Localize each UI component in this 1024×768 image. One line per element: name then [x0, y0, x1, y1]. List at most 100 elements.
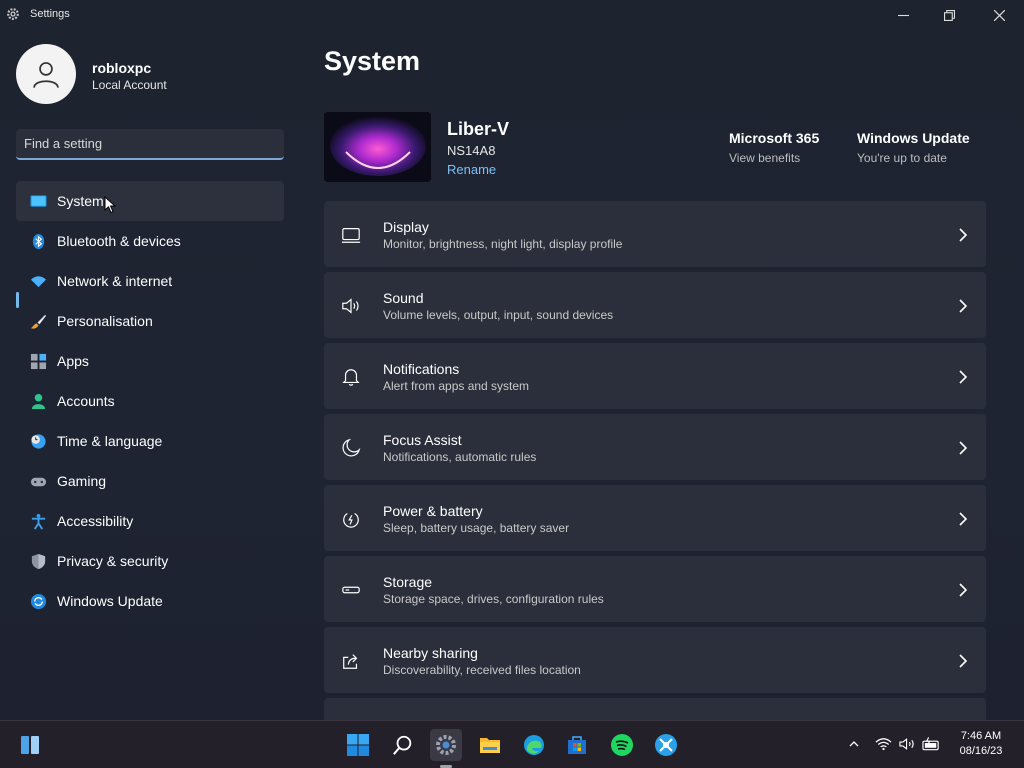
card-nearby-sharing[interactable]: Nearby sharing Discoverability, received…	[324, 627, 986, 693]
rename-link[interactable]: Rename	[447, 162, 496, 177]
apps-icon	[29, 352, 47, 370]
card-title: Notifications	[383, 361, 460, 377]
chevron-right-icon	[959, 228, 968, 242]
clock[interactable]: 7:46 AM 08/16/23	[950, 729, 1012, 759]
card-title: Storage	[383, 574, 433, 590]
sidebar-item-time-language[interactable]: Time & language	[16, 421, 284, 461]
sidebar-item-apps[interactable]: Apps	[16, 341, 284, 381]
device-name: Liber-V	[447, 119, 510, 139]
restore-icon	[943, 9, 955, 21]
sidebar-item-gaming[interactable]: Gaming	[16, 461, 284, 501]
sidebar-item-privacy[interactable]: Privacy & security	[16, 541, 284, 581]
gamepad-icon	[29, 472, 47, 490]
minimize-button[interactable]	[880, 0, 926, 30]
microsoft-365-link[interactable]: Microsoft 365 View benefits	[729, 130, 819, 165]
card-subtitle: Monitor, brightness, night light, displa…	[383, 237, 623, 251]
title-bar: Settings	[0, 0, 1024, 30]
edge-button[interactable]	[518, 729, 550, 761]
card-partial[interactable]	[324, 698, 986, 720]
sidebar-item-windows-update[interactable]: Windows Update	[16, 581, 284, 621]
store-icon	[568, 736, 586, 754]
card-notifications[interactable]: Notifications Alert from apps and system	[324, 343, 986, 409]
network-tray-button[interactable]	[875, 737, 892, 756]
wifi-tray-icon	[875, 738, 892, 751]
sidebar-item-network[interactable]: Network & internet	[16, 261, 284, 301]
device-model: NS14A8	[447, 143, 496, 158]
card-sound[interactable]: Sound Volume levels, output, input, soun…	[324, 272, 986, 338]
desktop-wallpaper-thumbnail	[324, 112, 431, 182]
sidebar-item-label: Gaming	[57, 473, 107, 489]
file-explorer-button[interactable]	[474, 729, 506, 761]
close-icon	[993, 9, 1005, 21]
volume-tray-icon	[899, 738, 914, 750]
settings-card-list: Display Monitor, brightness, night light…	[324, 201, 986, 720]
card-title: Sound	[383, 290, 424, 306]
person-icon	[29, 392, 47, 410]
sidebar-item-system[interactable]: System	[16, 181, 284, 221]
sidebar-item-personalisation[interactable]: Personalisation	[16, 301, 284, 341]
restore-button[interactable]	[926, 0, 972, 30]
speaker-icon	[340, 295, 362, 317]
quick-link-title: Microsoft 365	[729, 130, 820, 146]
person-avatar-icon	[33, 62, 59, 88]
avatar[interactable]	[16, 44, 76, 104]
battery-tray-button[interactable]	[922, 737, 941, 756]
sidebar-item-bluetooth[interactable]: Bluetooth & devices	[16, 221, 284, 261]
page-title: System	[324, 46, 421, 76]
sidebar-item-label: Privacy & security	[57, 553, 169, 569]
account-type: Local Account	[92, 78, 167, 92]
show-hidden-icons-button[interactable]	[848, 737, 860, 755]
pinned-app-button[interactable]	[650, 729, 682, 761]
sidebar-item-label: System	[57, 193, 104, 209]
search-input[interactable]	[16, 129, 284, 158]
start-icon	[347, 734, 369, 756]
card-focus-assist[interactable]: Focus Assist Notifications, automatic ru…	[324, 414, 986, 480]
search-box[interactable]	[16, 129, 284, 160]
sidebar-item-label: Accessibility	[57, 513, 134, 529]
card-display[interactable]: Display Monitor, brightness, night light…	[324, 201, 986, 267]
taskbar: 7:46 AM 08/16/23	[0, 720, 1024, 768]
window-title: Settings	[30, 8, 70, 20]
sidebar-item-label: Accounts	[57, 393, 115, 409]
sidebar-item-accounts[interactable]: Accounts	[16, 381, 284, 421]
taskbar-settings-button[interactable]	[430, 729, 462, 761]
clock-date: 08/16/23	[959, 745, 1003, 757]
brush-icon	[29, 312, 47, 330]
update-icon	[29, 592, 47, 610]
moon-icon	[340, 437, 362, 459]
card-title: Nearby sharing	[383, 645, 478, 661]
taskbar-search-button[interactable]	[387, 729, 419, 761]
sidebar-item-label: Personalisation	[57, 313, 153, 329]
bell-icon	[340, 366, 362, 388]
spotify-button[interactable]	[606, 729, 638, 761]
clock-globe-icon	[29, 432, 47, 450]
sidebar-item-label: Time & language	[57, 433, 163, 449]
settings-window: Settings robloxpc Local Account System	[0, 0, 1024, 720]
microsoft-store-button[interactable]	[561, 729, 593, 761]
sidebar-item-label: Network & internet	[57, 273, 173, 289]
card-title: Power & battery	[383, 503, 483, 519]
sidebar-item-accessibility[interactable]: Accessibility	[16, 501, 284, 541]
card-title: Focus Assist	[383, 432, 462, 448]
volume-tray-button[interactable]	[899, 737, 916, 756]
system-icon	[29, 192, 47, 210]
widgets-button[interactable]	[14, 729, 46, 761]
sidebar-nav: System Bluetooth & devices Network & int…	[16, 181, 284, 621]
widgets-icon	[21, 736, 39, 754]
settings-icon	[436, 735, 456, 755]
quick-link-title: Windows Update	[857, 130, 970, 146]
card-power-battery[interactable]: Power & battery Sleep, battery usage, ba…	[324, 485, 986, 551]
card-storage[interactable]: Storage Storage space, drives, configura…	[324, 556, 986, 622]
bluetooth-icon	[29, 232, 47, 250]
chevron-up-icon	[849, 741, 859, 747]
chevron-right-icon	[959, 441, 968, 455]
chevron-right-icon	[959, 299, 968, 313]
spotify-icon	[611, 734, 633, 756]
mouse-cursor-icon	[104, 195, 117, 219]
start-button[interactable]	[342, 729, 374, 761]
card-subtitle: Discoverability, received files location	[383, 663, 581, 677]
windows-update-link[interactable]: Windows Update You're up to date	[857, 130, 970, 165]
close-button[interactable]	[976, 0, 1022, 30]
chevron-right-icon	[959, 583, 968, 597]
settings-gear-icon	[6, 7, 20, 21]
